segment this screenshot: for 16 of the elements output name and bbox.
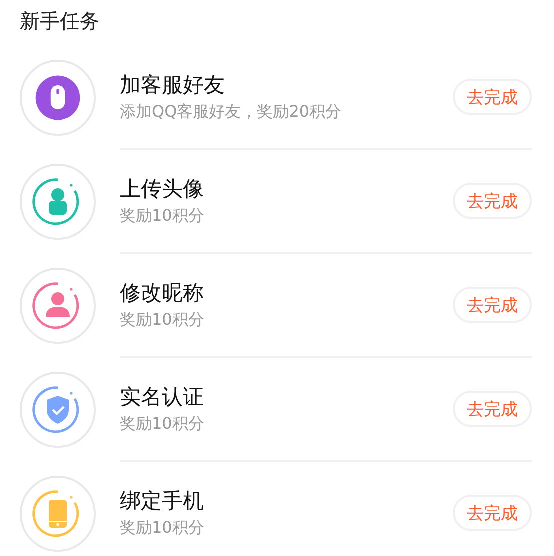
- task-reward: 奖励10积分: [120, 413, 206, 435]
- complete-button[interactable]: 去完成: [453, 495, 532, 531]
- task-title: 修改昵称: [120, 280, 205, 307]
- complete-button[interactable]: 去完成: [453, 183, 532, 219]
- task-reward: 奖励10积分: [120, 309, 206, 331]
- task-title: 绑定手机: [120, 488, 205, 515]
- task-reward: 奖励10积分: [120, 205, 206, 227]
- complete-button[interactable]: 去完成: [453, 79, 532, 115]
- task-reward: 奖励10积分: [120, 517, 206, 539]
- complete-button[interactable]: 去完成: [453, 391, 532, 427]
- task-title: 上传头像: [120, 176, 205, 203]
- task-title: 加客服好友: [120, 72, 226, 99]
- task-title: 实名认证: [120, 384, 205, 411]
- task-reward: 添加QQ客服好友，奖励20积分: [120, 101, 343, 123]
- complete-button[interactable]: 去完成: [453, 287, 532, 323]
- section-title: 新手任务: [20, 8, 101, 34]
